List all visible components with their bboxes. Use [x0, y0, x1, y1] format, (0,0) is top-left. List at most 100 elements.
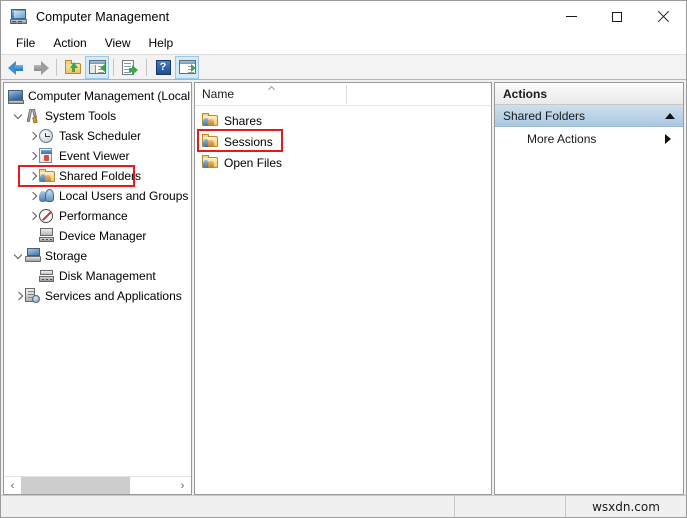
export-list-icon — [122, 59, 138, 75]
tree-item-shared-folders[interactable]: Shared Folders — [4, 165, 191, 187]
menu-item-help[interactable]: Help — [140, 33, 183, 53]
list-item-shares[interactable]: Shares — [195, 110, 491, 131]
maximize-button[interactable] — [594, 1, 640, 32]
actions-pane-title: Actions — [495, 83, 683, 105]
chevron-up-icon[interactable] — [665, 112, 675, 119]
back-arrow-icon — [7, 60, 25, 75]
tree-item-performance[interactable]: Performance — [4, 206, 191, 226]
scroll-track[interactable] — [21, 477, 174, 494]
tree-item-label: Services and Applications — [45, 289, 182, 303]
expander-right-icon[interactable] — [26, 186, 39, 206]
title-bar: Computer Management — [1, 1, 686, 32]
maximize-icon — [612, 11, 622, 22]
action-item-more-actions[interactable]: More Actions — [495, 127, 683, 151]
scroll-thumb[interactable] — [21, 477, 130, 494]
actions-group-shared-folders[interactable]: Shared Folders — [495, 105, 683, 127]
expander-right-icon[interactable] — [26, 146, 39, 166]
performance-icon — [39, 208, 55, 224]
forward-button[interactable] — [28, 56, 52, 79]
shared-folder-icon — [202, 134, 218, 149]
actions-pane-empty — [495, 151, 683, 494]
tree-item-system-tools[interactable]: System Tools — [4, 106, 191, 126]
main-content: Computer Management (Local System Tools … — [1, 80, 686, 495]
tree-item-storage[interactable]: Storage — [4, 246, 191, 266]
tree-horizontal-scrollbar[interactable]: ‹ › — [4, 476, 191, 494]
status-bar-left — [1, 496, 455, 517]
expander-right-icon[interactable] — [26, 206, 39, 226]
minimize-icon — [565, 16, 577, 17]
expander-right-icon[interactable] — [26, 126, 39, 146]
show-hide-console-tree-button[interactable] — [85, 55, 109, 79]
tree-item-computer-management[interactable]: Computer Management (Local — [4, 86, 191, 106]
minimize-button[interactable] — [548, 1, 594, 32]
help-button[interactable]: ? — [151, 56, 175, 79]
result-list-pane: Name Shares Sessions Open Files — [194, 82, 492, 495]
tree-item-local-users-and-groups[interactable]: Local Users and Groups — [4, 186, 191, 206]
event-log-icon — [39, 148, 55, 164]
tree-item-label: Local Users and Groups — [59, 189, 189, 203]
tree-item-disk-management[interactable]: Disk Management — [4, 266, 191, 286]
sort-ascending-icon — [268, 85, 276, 90]
chevron-right-icon — [665, 134, 671, 144]
menu-item-action[interactable]: Action — [44, 33, 95, 53]
window-controls — [548, 1, 686, 32]
folder-up-icon — [64, 59, 82, 75]
list-item-label: Shares — [224, 113, 263, 128]
tree-item-label: Performance — [59, 209, 128, 223]
users-group-icon — [39, 188, 55, 204]
tree-item-event-viewer[interactable]: Event Viewer — [4, 146, 191, 166]
actions-pane: Actions Shared Folders More Actions — [494, 82, 684, 495]
computer-management-icon — [10, 9, 27, 24]
menu-item-view[interactable]: View — [96, 33, 140, 53]
computer-management-window: Computer Management File Action View Hel… — [0, 0, 687, 518]
list-item-label: Open Files — [224, 155, 283, 170]
result-list: Shares Sessions Open Files — [195, 106, 491, 494]
column-header-label: Name — [202, 87, 235, 101]
console-tree-icon — [88, 60, 106, 74]
close-icon — [657, 11, 669, 23]
scroll-right-button[interactable]: › — [174, 477, 191, 494]
help-question-icon: ? — [155, 59, 171, 75]
action-pane-icon — [178, 60, 196, 74]
action-item-label: More Actions — [527, 132, 597, 146]
expander-down-icon[interactable] — [12, 246, 25, 266]
toolbar: ? — [1, 54, 686, 80]
forward-arrow-icon — [32, 60, 49, 75]
close-button[interactable] — [640, 1, 686, 32]
tree-item-services-and-applications[interactable]: Services and Applications — [4, 286, 191, 306]
shared-folder-icon — [39, 168, 55, 184]
up-one-level-button[interactable] — [61, 56, 85, 79]
column-header-name[interactable]: Name — [195, 83, 346, 105]
tree-item-task-scheduler[interactable]: Task Scheduler — [4, 126, 191, 146]
watermark: wsxdn.com — [592, 499, 660, 514]
scroll-left-button[interactable]: ‹ — [4, 477, 21, 494]
column-divider[interactable] — [346, 85, 347, 104]
disk-management-icon — [39, 268, 55, 284]
services-icon — [25, 288, 41, 304]
toolbar-separator — [56, 58, 57, 76]
expander-down-icon[interactable] — [12, 106, 25, 126]
toolbar-separator — [146, 58, 147, 76]
back-button[interactable] — [4, 56, 28, 79]
tree-item-label: Task Scheduler — [59, 129, 142, 143]
tree-item-label: Event Viewer — [59, 149, 130, 163]
list-item-open-files[interactable]: Open Files — [195, 152, 491, 173]
list-item-sessions[interactable]: Sessions — [195, 129, 491, 152]
status-bar-middle — [455, 496, 566, 517]
menu-item-file[interactable]: File — [7, 33, 44, 53]
tree-item-label: Device Manager — [59, 229, 147, 243]
system-tools-icon — [25, 108, 41, 124]
export-list-button[interactable] — [118, 56, 142, 79]
toolbar-separator — [113, 58, 114, 76]
tree-item-label: System Tools — [45, 109, 117, 123]
list-column-header: Name — [195, 83, 491, 106]
expander-right-icon[interactable] — [26, 166, 39, 186]
show-hide-action-pane-button[interactable] — [175, 55, 199, 79]
list-item-label: Sessions — [224, 134, 273, 149]
console-tree-pane: Computer Management (Local System Tools … — [3, 82, 192, 495]
tree-item-label: Computer Management (Local — [28, 89, 191, 103]
status-bar: wsxdn.com — [1, 495, 686, 517]
tree-item-device-manager[interactable]: Device Manager — [4, 226, 191, 246]
expander-right-icon[interactable] — [12, 286, 25, 306]
device-manager-icon — [39, 228, 55, 244]
